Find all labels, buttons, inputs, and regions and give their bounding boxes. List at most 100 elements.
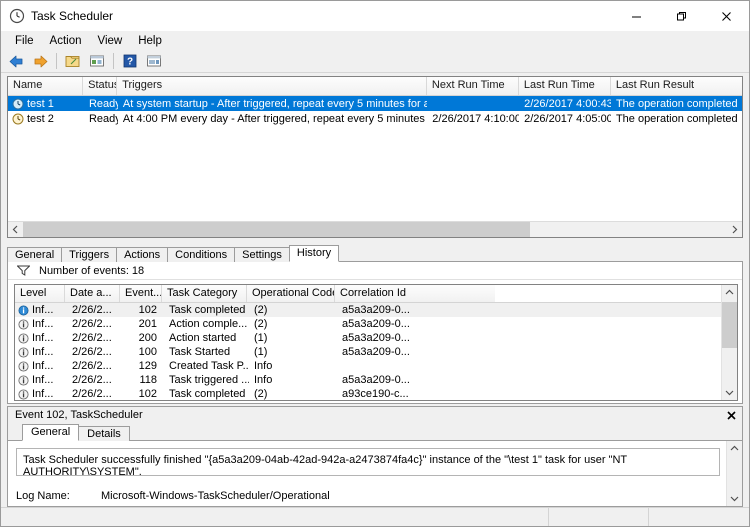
event-detail-vertical-scrollbar[interactable] <box>726 441 742 506</box>
event-level: Inf... <box>32 332 54 344</box>
status-segment-main <box>1 508 549 526</box>
tab-triggers[interactable]: Triggers <box>61 247 118 262</box>
scroll-track[interactable] <box>23 222 727 237</box>
properties-button[interactable] <box>86 51 108 71</box>
event-task-category: Action started <box>169 332 237 344</box>
window-controls <box>614 1 749 31</box>
column-header-last-run-result[interactable]: Last Run Result <box>610 77 742 95</box>
event-operational-code: Info <box>254 360 273 372</box>
event-date: 2/26/2... <box>72 332 112 344</box>
event-column-header-correlation-id[interactable]: Correlation Id <box>335 285 495 302</box>
event-column-header-task-category[interactable]: Task Category <box>162 285 247 302</box>
scroll-up-button[interactable] <box>722 285 737 300</box>
scroll-track[interactable] <box>722 300 737 385</box>
event-level: Inf... <box>32 388 54 400</box>
close-button[interactable] <box>704 1 749 31</box>
scroll-left-button[interactable] <box>8 222 23 237</box>
column-header-status[interactable]: Status <box>83 77 118 95</box>
tab-settings[interactable]: Settings <box>234 247 290 262</box>
event-operational-code: (1) <box>254 346 268 358</box>
event-column-header-date[interactable]: Date a... <box>65 285 120 302</box>
task-status: Ready <box>88 97 118 110</box>
task-last-run-result: The operation completed <box>615 97 738 110</box>
event-operational-code: (1) <box>254 332 268 344</box>
event-correlation-id: a5a3a209-0... <box>342 304 410 316</box>
event-detail-header: Event 102, TaskScheduler <box>8 407 742 423</box>
event-column-header-level[interactable]: Level <box>15 285 65 302</box>
event-correlation-id: a93ce190-c... <box>342 388 409 400</box>
scroll-thumb[interactable] <box>23 222 530 237</box>
log-name-value: Microsoft-Windows-TaskScheduler/Operatio… <box>101 490 330 502</box>
menu-bar: File Action View Help <box>1 31 749 50</box>
tab-actions[interactable]: Actions <box>116 247 169 262</box>
table-row[interactable]: test 1 Ready At system startup - After t… <box>8 96 742 111</box>
event-tab-general[interactable]: General <box>22 424 80 441</box>
event-operational-code: (2) <box>254 318 268 330</box>
event-column-header-event-id[interactable]: Event... <box>120 285 162 302</box>
table-row[interactable]: test 2 Ready At 4:00 PM every day - Afte… <box>8 111 742 126</box>
event-task-category: Task completed <box>169 388 246 400</box>
event-list-header: Level Date a... Event... Task Category O… <box>15 285 721 303</box>
list-item[interactable]: Inf... 2/26/2... 129 Created Task P... I… <box>15 359 721 373</box>
task-detail-tabs: General Triggers Actions Conditions Sett… <box>7 244 743 262</box>
tab-history[interactable]: History <box>288 245 340 262</box>
event-detail-pane: Event 102, TaskScheduler General Details… <box>7 406 743 507</box>
event-level: Inf... <box>32 360 54 372</box>
history-pane: Number of events: 18 Level Date a... Eve… <box>7 262 743 404</box>
status-bar <box>1 507 749 526</box>
event-detail-title: Event 102, TaskScheduler <box>15 409 143 421</box>
event-detail-content: Task Scheduler successfully finished "{a… <box>8 441 726 506</box>
scroll-up-button[interactable] <box>727 441 742 456</box>
show-hide-action-pane-button[interactable] <box>143 51 165 71</box>
task-next-run-time: 2/26/2017 4:10:00 PM <box>432 112 520 125</box>
list-item[interactable]: Inf... 2/26/2... 118 Task triggered ... … <box>15 373 721 387</box>
list-item[interactable]: Inf... 2/26/2... 102 Task completed (2) … <box>15 303 721 317</box>
task-list-body: test 1 Ready At system startup - After t… <box>8 96 742 221</box>
menu-help[interactable]: Help <box>130 33 170 49</box>
task-list: Name Status Triggers Next Run Time Last … <box>7 76 743 238</box>
event-column-header-operational-code[interactable]: Operational Code <box>247 285 335 302</box>
event-detail-body: Task Scheduler successfully finished "{a… <box>8 441 742 506</box>
task-last-run-result: The operation completed <box>615 112 738 125</box>
back-button[interactable] <box>5 51 27 71</box>
maximize-button[interactable] <box>659 1 704 31</box>
scroll-down-button[interactable] <box>722 385 737 400</box>
event-level: Inf... <box>32 346 54 358</box>
task-list-horizontal-scrollbar[interactable] <box>8 221 742 237</box>
event-operational-code: (2) <box>254 304 268 316</box>
event-id: 102 <box>138 304 157 316</box>
scroll-right-button[interactable] <box>727 222 742 237</box>
minimize-button[interactable] <box>614 1 659 31</box>
scroll-thumb[interactable] <box>722 302 737 348</box>
column-header-triggers[interactable]: Triggers <box>117 77 427 95</box>
menu-action[interactable]: Action <box>42 33 90 49</box>
list-item[interactable]: Inf... 2/26/2... 200 Action started (1) … <box>15 331 721 345</box>
forward-button[interactable] <box>29 51 51 71</box>
event-tab-details[interactable]: Details <box>78 426 130 441</box>
scroll-down-button[interactable] <box>727 491 742 506</box>
tab-general[interactable]: General <box>7 247 63 262</box>
event-list-vertical-scrollbar[interactable] <box>721 285 737 400</box>
event-message: Task Scheduler successfully finished "{a… <box>16 448 720 476</box>
event-level: Inf... <box>32 374 54 386</box>
column-header-name[interactable]: Name <box>8 77 84 95</box>
menu-view[interactable]: View <box>90 33 131 49</box>
list-item[interactable]: Inf... 2/26/2... 102 Task completed (2) … <box>15 387 721 400</box>
event-id: 201 <box>138 318 157 330</box>
event-count-bar: Number of events: 18 <box>8 262 742 280</box>
scroll-track[interactable] <box>727 456 742 491</box>
list-item[interactable]: Inf... 2/26/2... 100 Task Started (1) a5… <box>15 345 721 359</box>
column-header-next-run-time[interactable]: Next Run Time <box>426 77 519 95</box>
column-header-last-run-time[interactable]: Last Run Time <box>518 77 611 95</box>
task-name: test 2 <box>27 112 54 125</box>
close-icon[interactable] <box>724 408 738 422</box>
status-segment-three <box>649 508 749 526</box>
show-hide-console-tree-button[interactable] <box>62 51 84 71</box>
list-item[interactable]: Inf... 2/26/2... 201 Action comple... (2… <box>15 317 721 331</box>
help-button[interactable]: ? <box>119 51 141 71</box>
tab-conditions[interactable]: Conditions <box>167 247 236 262</box>
menu-file[interactable]: File <box>7 33 42 49</box>
task-triggers: At 4:00 PM every day - After triggered, … <box>122 112 427 125</box>
task-last-run-time: 2/26/2017 4:00:43 PM <box>524 97 611 110</box>
info-icon <box>18 388 29 400</box>
